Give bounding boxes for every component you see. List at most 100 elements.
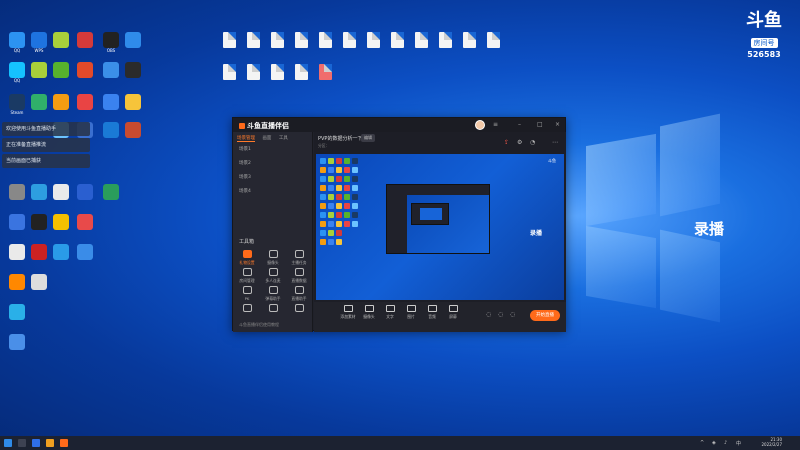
footer-button[interactable]: 音频 [422, 305, 442, 320]
tool-button[interactable] [261, 304, 285, 314]
desktop-icon[interactable] [72, 184, 98, 205]
desktop-icon[interactable] [4, 334, 30, 355]
user-avatar[interactable] [475, 120, 485, 130]
desktop-file-icon[interactable] [288, 32, 314, 53]
tray-arrow-icon[interactable]: ^ [700, 440, 704, 446]
desktop-file-icon[interactable] [240, 64, 266, 85]
desktop-icon[interactable] [26, 274, 52, 295]
minimize-icon[interactable]: – [518, 121, 521, 128]
tool-button[interactable]: PK [235, 286, 259, 301]
tool-button[interactable]: 摄像头 [261, 250, 285, 266]
desktop-icon[interactable] [72, 244, 98, 265]
start-menu-icon[interactable] [4, 439, 12, 447]
desktop-file-icon[interactable] [264, 64, 290, 85]
desktop-icon[interactable] [72, 32, 98, 53]
share-icon[interactable]: ⇪ [504, 139, 509, 146]
network-icon[interactable]: ◈ [712, 440, 716, 446]
scene-item[interactable]: 场景3 [239, 174, 251, 180]
app-icon [103, 62, 119, 78]
scene-item[interactable]: 场景2 [239, 160, 251, 166]
notification-toast[interactable]: 欢迎使用斗鱼直播助手 [2, 122, 90, 136]
share-menu-icon[interactable]: ⋯ [552, 139, 558, 146]
tool-button[interactable]: 主播任务 [287, 250, 311, 266]
desktop-icon[interactable] [98, 184, 124, 205]
scene-item[interactable]: 场景1 [239, 146, 251, 152]
desktop-icon[interactable] [48, 244, 74, 265]
footer-settings-icon[interactable]: ◌ [486, 311, 491, 318]
footer-button[interactable]: 文字 [380, 305, 400, 320]
close-icon[interactable]: × [555, 121, 560, 128]
desktop-file-icon[interactable] [456, 32, 482, 53]
desktop-icon-label [72, 260, 98, 265]
search-icon[interactable] [18, 439, 26, 447]
footer-button[interactable]: 屏幕 [443, 305, 463, 320]
taskbar-app-icon[interactable] [32, 439, 40, 447]
footer-button[interactable]: 图片 [401, 305, 421, 320]
footer-settings-icon[interactable]: ◌ [498, 311, 503, 318]
notification-toast[interactable]: 当前画面已捕获 [2, 154, 90, 168]
maximize-icon[interactable]: □ [537, 121, 543, 128]
app-footer-toolbar: 添加素材 摄像头 文字 图片 音频 屏幕 ◌ ◌ ◌ 开始直播 [314, 302, 566, 332]
bell-icon[interactable]: ◔ [530, 139, 535, 146]
menu-icon[interactable]: ≡ [493, 121, 498, 128]
desktop-file-icon[interactable] [312, 64, 338, 85]
tool-button[interactable]: 弹幕助手 [261, 286, 285, 302]
desktop-file-icon[interactable] [312, 32, 338, 53]
scene-item[interactable]: 场景4 [239, 188, 251, 194]
desktop-icon[interactable] [48, 62, 74, 83]
streaming-app-window[interactable]: 斗鱼直播伴侣 ≡ – □ × 场景管理 画面 工具 场景1 场景2 场景3 场景… [232, 117, 566, 332]
desktop-icon[interactable] [48, 184, 74, 205]
desktop-file-icon[interactable] [288, 64, 314, 85]
tool-button[interactable]: 房间管理 [235, 268, 259, 284]
ime-icon[interactable]: 中 [736, 440, 741, 447]
tool-button[interactable] [235, 304, 259, 314]
stream-preview[interactable]: 录播 斗鱼 [316, 154, 564, 300]
desktop-file-icon[interactable] [432, 32, 458, 53]
start-stream-button[interactable]: 开始直播 [530, 310, 560, 321]
desktop-file-icon[interactable] [336, 32, 362, 53]
desktop-icon[interactable] [120, 122, 146, 143]
desktop-icon[interactable] [120, 94, 146, 115]
taskbar-clock[interactable]: 21:30 2022/2/27 [752, 437, 782, 447]
settings-icon[interactable]: ⚙ [517, 139, 522, 146]
room-title[interactable]: PVP的数据分析一下 [318, 135, 362, 142]
tool-button[interactable]: 直播数据 [287, 268, 311, 284]
desktop-file-label [240, 80, 266, 85]
desktop-icon[interactable] [120, 32, 146, 53]
app-titlebar[interactable]: 斗鱼直播伴侣 ≡ – □ × [233, 118, 565, 132]
taskbar-app-icon[interactable] [60, 439, 68, 447]
tool-icon [268, 250, 278, 258]
desktop-icon[interactable] [72, 214, 98, 235]
tutorial-link[interactable]: 斗鱼直播伴侣使用教程 [239, 322, 279, 328]
tool-button[interactable] [287, 304, 311, 314]
notification-toast[interactable]: 正在准备直播推流 [2, 138, 90, 152]
desktop-icon[interactable] [72, 62, 98, 83]
desktop-icon[interactable] [48, 94, 74, 115]
desktop-file-icon[interactable] [360, 32, 386, 53]
tool-button[interactable]: 礼物设置 [235, 250, 259, 266]
desktop-icon[interactable] [72, 94, 98, 115]
desktop-icon[interactable] [48, 214, 74, 235]
desktop-icon[interactable] [120, 62, 146, 83]
desktop-file-icon[interactable] [240, 32, 266, 53]
desktop-file-icon[interactable] [384, 32, 410, 53]
desktop-file-icon[interactable] [480, 32, 506, 53]
desktop-file-icon[interactable] [216, 32, 242, 53]
desktop-file-icon[interactable] [216, 64, 242, 85]
tab-tools[interactable]: 工具 [279, 136, 288, 141]
desktop-icon[interactable] [48, 32, 74, 53]
tab-scene-manage[interactable]: 场景管理 [237, 136, 255, 142]
taskbar-app-icon[interactable] [46, 439, 54, 447]
footer-button[interactable]: 摄像头 [359, 305, 379, 320]
edit-room-button[interactable]: 编辑 [361, 134, 375, 142]
desktop-file-icon[interactable] [408, 32, 434, 53]
tool-button[interactable]: 多人连麦 [261, 268, 285, 284]
volume-icon[interactable]: ♪ [724, 440, 727, 446]
tab-canvas[interactable]: 画面 [262, 136, 271, 141]
tool-button[interactable]: 直播助手 [287, 286, 311, 302]
desktop-file-icon[interactable] [264, 32, 290, 53]
desktop-icon[interactable] [4, 304, 30, 325]
preview-app-icon [352, 185, 358, 191]
footer-settings-icon[interactable]: ◌ [510, 311, 515, 318]
footer-button[interactable]: 添加素材 [338, 305, 358, 320]
